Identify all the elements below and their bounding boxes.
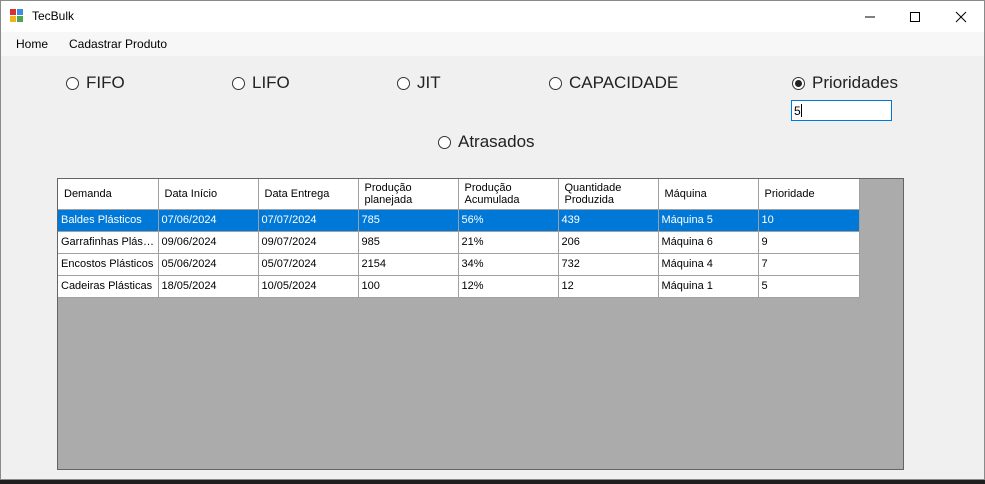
radio-atrasados[interactable]: Atrasados (438, 132, 535, 152)
column-header[interactable]: Prioridade (758, 179, 860, 210)
column-header[interactable]: Produção planejada (358, 179, 459, 210)
column-header[interactable]: Data Início (158, 179, 259, 210)
radio-capacidade-label: CAPACIDADE (569, 73, 679, 92)
menu-bar: Home Cadastrar Produto (1, 32, 984, 56)
desktop-background (0, 480, 985, 484)
demands-table: Demanda Data Início Data Entrega Produção p… (58, 179, 860, 298)
table-cell[interactable]: 18/05/2024 (158, 275, 259, 298)
table-cell[interactable]: 07/06/2024 (158, 209, 259, 232)
table-cell[interactable]: Cadeiras Plásticas (58, 275, 159, 298)
table-cell[interactable]: 7 (758, 253, 860, 276)
table-cell[interactable]: 10/05/2024 (258, 275, 359, 298)
priority-input-value: 5 (794, 104, 801, 118)
table-row[interactable]: Encostos Plásticos 05/06/2024 05/07/2024 21… (58, 253, 860, 276)
table-cell[interactable]: 206 (558, 231, 659, 254)
table-body: Baldes Plásticos 07/06/2024 07/07/2024 785 5… (58, 209, 860, 298)
radio-capacidade-indicator[interactable] (549, 76, 562, 90)
table-cell[interactable]: Baldes Plásticos (58, 209, 159, 232)
app-icon (10, 9, 25, 23)
table-cell[interactable]: Garrafinhas Plásticas (58, 231, 159, 254)
radio-fifo-indicator[interactable] (66, 76, 79, 90)
table-cell[interactable]: 05/06/2024 (158, 253, 259, 276)
column-header[interactable]: Quantidade Produzida (558, 179, 659, 210)
table-cell[interactable]: 09/07/2024 (258, 231, 359, 254)
table-cell[interactable]: 100 (358, 275, 459, 298)
table-cell[interactable]: 5 (758, 275, 860, 298)
table-cell[interactable]: Encostos Plásticos (58, 253, 159, 276)
text-caret (800, 104, 802, 117)
maximize-button[interactable] (892, 1, 938, 32)
close-button[interactable] (938, 1, 984, 32)
table-cell[interactable]: 985 (358, 231, 459, 254)
radio-lifo-label: LIFO (252, 73, 290, 92)
radio-prioridades-indicator[interactable] (792, 76, 805, 90)
radio-lifo-indicator[interactable] (232, 76, 245, 90)
priority-input[interactable]: 5 (791, 100, 892, 121)
minimize-icon (865, 16, 875, 17)
table-cell[interactable]: 439 (558, 209, 659, 232)
column-header[interactable]: Máquina (658, 179, 759, 210)
app-window: TecBulk Home Cadastrar Produto FIFO LIFO… (0, 0, 985, 480)
table-cell[interactable]: 56% (458, 209, 559, 232)
table-cell[interactable]: Máquina 6 (658, 231, 759, 254)
menu-item-cadastrar-produto[interactable]: Cadastrar Produto (69, 37, 167, 51)
title-bar[interactable]: TecBulk (1, 1, 984, 32)
maximize-icon (910, 11, 920, 22)
table-header-row: Demanda Data Início Data Entrega Produção p… (58, 179, 860, 210)
radio-atrasados-label: Atrasados (458, 132, 535, 151)
radio-jit[interactable]: JIT (397, 73, 441, 93)
table-cell[interactable]: 9 (758, 231, 860, 254)
radio-prioridades-label: Prioridades (812, 73, 898, 92)
minimize-button[interactable] (847, 1, 893, 32)
table-cell[interactable]: 05/07/2024 (258, 253, 359, 276)
table-cell[interactable]: 34% (458, 253, 559, 276)
table-row[interactable]: Baldes Plásticos 07/06/2024 07/07/2024 785 5… (58, 209, 860, 232)
table-cell[interactable]: 2154 (358, 253, 459, 276)
table-cell[interactable]: 10 (758, 209, 860, 232)
radio-fifo[interactable]: FIFO (66, 73, 125, 93)
radio-jit-label: JIT (417, 73, 441, 92)
radio-jit-indicator[interactable] (397, 76, 410, 90)
demands-data-grid[interactable]: Demanda Data Início Data Entrega Produção p… (57, 178, 904, 470)
close-icon (955, 11, 967, 22)
column-header[interactable]: Produção Acumulada (458, 179, 559, 210)
menu-item-home[interactable]: Home (16, 37, 48, 51)
table-cell[interactable]: Máquina 4 (658, 253, 759, 276)
table-cell[interactable]: 07/07/2024 (258, 209, 359, 232)
column-header[interactable]: Data Entrega (258, 179, 359, 210)
column-header[interactable]: Demanda (58, 179, 159, 210)
radio-capacidade[interactable]: CAPACIDADE (549, 73, 678, 93)
radio-prioridades[interactable]: Prioridades (792, 73, 898, 93)
radio-atrasados-indicator[interactable] (438, 135, 451, 149)
window-title: TecBulk (32, 9, 75, 23)
table-row[interactable]: Cadeiras Plásticas 18/05/2024 10/05/2024 10… (58, 275, 860, 298)
table-cell[interactable]: Máquina 1 (658, 275, 759, 298)
table-cell[interactable]: 785 (358, 209, 459, 232)
table-cell[interactable]: 12 (558, 275, 659, 298)
table-cell[interactable]: 21% (458, 231, 559, 254)
table-cell[interactable]: 09/06/2024 (158, 231, 259, 254)
radio-lifo[interactable]: LIFO (232, 73, 290, 93)
table-row[interactable]: Garrafinhas Plásticas 09/06/2024 09/07/202… (58, 231, 860, 254)
table-cell[interactable]: Máquina 5 (658, 209, 759, 232)
table-cell[interactable]: 732 (558, 253, 659, 276)
table-cell[interactable]: 12% (458, 275, 559, 298)
radio-fifo-label: FIFO (86, 73, 125, 92)
